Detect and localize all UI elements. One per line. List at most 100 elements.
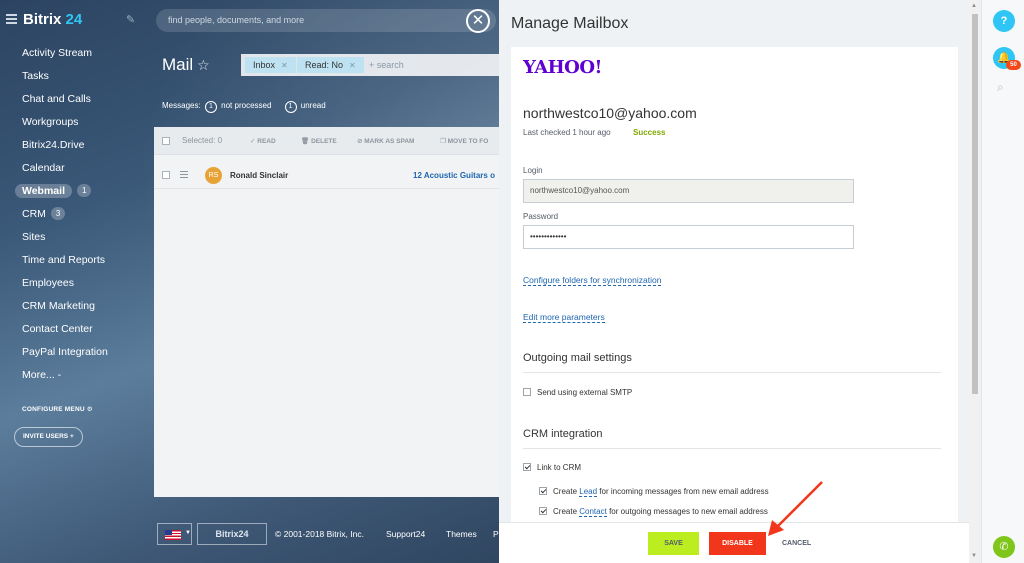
sidebar-item-calendar[interactable]: Calendar [0,158,153,181]
sidebar-item-sites[interactable]: Sites [0,227,153,250]
smtp-checkbox[interactable]: Send using external SMTP [523,388,632,397]
sidebar-item-tasks[interactable]: Tasks [0,66,153,89]
scroll-up-icon[interactable]: ▲ [971,3,977,9]
last-checked: Last checked 1 hour ago [523,128,611,137]
mail-list-panel: Selected: 0 ✓ READ 🗑 DELETE ⊘ MARK AS SP… [154,127,499,497]
edit-parameters-link[interactable]: Edit more parameters [523,312,605,323]
create-contact-checkbox[interactable]: Create Contact for outgoing messages to … [539,507,768,517]
close-slider-icon[interactable]: ✕ [466,9,490,33]
sidebar-item-paypal[interactable]: PayPal Integration [0,342,153,365]
status-badge: Success [633,128,666,137]
slider-footer: SAVE DISABLE CANCEL [499,522,969,563]
lead-link[interactable]: Lead [579,487,598,497]
scrollbar[interactable]: ▲ ▼ [969,0,981,563]
outgoing-section-title: Outgoing mail settings [523,352,941,373]
plus-icon: + [69,433,74,440]
row-subject[interactable]: 12 Acoustic Guitars o [413,171,499,180]
checkbox[interactable] [523,388,531,396]
remove-chip-icon[interactable]: ✕ [349,61,356,70]
login-label: Login [523,166,543,175]
move-to-folder-button[interactable]: ❐ MOVE TO FO [440,137,488,145]
save-button[interactable]: SAVE [648,532,699,555]
sidebar-item-crm[interactable]: CRM 3 [0,204,153,227]
sidebar-item-drive[interactable]: Bitrix24.Drive [0,135,153,158]
yahoo-logo: YAHOO! [523,57,602,78]
configure-folders-link[interactable]: Configure folders for synchronization [523,275,662,286]
checkbox[interactable] [539,507,547,515]
avatar: RS [205,167,222,184]
configure-menu-button[interactable]: CONFIGURE MENU ⚙ [22,405,93,413]
right-panel: ? 🔔 50 ⌕ ✆ [981,0,1024,563]
link-crm-checkbox[interactable]: Link to CRM [523,463,581,472]
password-field[interactable]: ••••••••••••• [523,225,854,249]
row-menu-icon[interactable] [180,171,188,180]
create-lead-checkbox[interactable]: Create Lead for incoming messages from n… [539,487,769,497]
row-sender: Ronald Sinclair [230,171,289,180]
sidebar-item-employees[interactable]: Employees [0,273,153,296]
bitrix24-button[interactable]: Bitrix24 [197,523,267,545]
mail-toolbar: Selected: 0 ✓ READ 🗑 DELETE ⊘ MARK AS SP… [154,127,499,155]
support-link[interactable]: Support24 [386,529,425,539]
select-all-checkbox[interactable] [162,137,170,145]
slider-title: Manage Mailbox [511,15,629,32]
read-button[interactable]: ✓ READ [250,137,276,145]
filter-chip-inbox[interactable]: Inbox ✕ [245,57,296,73]
mail-filter[interactable]: Inbox ✕ Read: No ✕ + search [241,54,499,76]
gear-icon: ⚙ [86,406,93,413]
sidebar-item-crm-marketing[interactable]: CRM Marketing [0,296,153,319]
not-processed-link[interactable]: not processed [221,101,271,110]
login-field: northwestco10@yahoo.com [523,179,854,203]
mailbox-email: northwestco10@yahoo.com [523,105,697,121]
phone-icon[interactable]: ✆ [993,536,1015,558]
sidebar-item-contact-center[interactable]: Contact Center [0,319,153,342]
message-status: Messages: 1 not processed 1 unread [162,101,326,113]
row-checkbox[interactable] [162,171,170,179]
help-icon[interactable]: ? [993,10,1015,32]
unread-link[interactable]: unread [301,101,326,110]
sidebar-item-more[interactable]: More... - [0,365,153,388]
footer-link-p[interactable]: P [493,529,499,539]
checkbox[interactable] [523,463,531,471]
sidebar-item-time-and-reports[interactable]: Time and Reports [0,250,153,273]
mailbox-card: YAHOO! northwestco10@yahoo.com Last chec… [511,47,958,522]
manage-mailbox-slider: Manage Mailbox YAHOO! northwestco10@yaho… [499,0,981,563]
filter-search-input[interactable]: + search [369,57,404,73]
crm-badge: 3 [50,207,66,220]
disable-button[interactable]: DISABLE [709,532,766,555]
sidebar-item-chat-and-calls[interactable]: Chat and Calls [0,89,153,112]
contact-link[interactable]: Contact [579,507,607,517]
copyright: © 2001-2018 Bitrix, Inc. [275,529,364,539]
sidebar-nav: Activity Stream Tasks Chat and Calls Wor… [0,43,153,388]
sidebar-item-activity-stream[interactable]: Activity Stream [0,43,153,66]
remove-chip-icon[interactable]: ✕ [281,61,288,70]
mail-page-title: Mail ☆ [162,55,210,74]
delete-button[interactable]: 🗑 DELETE [301,137,337,145]
invite-users-button[interactable]: INVITE USERS + [14,427,83,447]
search-icon[interactable]: ⌕ [997,80,1004,95]
crm-section-title: CRM integration [523,428,941,449]
language-selector[interactable]: ▼ [157,523,192,545]
checkbox[interactable] [539,487,547,495]
webmail-badge: 1 [76,184,92,197]
logo[interactable]: Bitrix 24 [23,11,82,28]
password-label: Password [523,212,559,221]
sidebar-item-workgroups[interactable]: Workgroups [0,112,153,135]
global-search-input[interactable]: find people, documents, and more [156,9,496,32]
left-sidebar: Bitrix 24 ✎ Activity Stream Tasks Chat a… [0,0,153,563]
unread-count: 1 [284,101,297,113]
mark-spam-button[interactable]: ⊘ MARK AS SPAM [357,137,414,145]
table-row[interactable]: RS Ronald Sinclair 12 Acoustic Guitars o [154,161,499,189]
not-processed-count: 1 [204,101,217,113]
star-icon[interactable]: ☆ [197,57,210,73]
annotation-arrow-icon [768,481,823,536]
filter-chip-read[interactable]: Read: No ✕ [297,57,364,73]
edit-pencil-icon[interactable]: ✎ [126,13,135,26]
menu-icon[interactable] [6,14,17,24]
caret-down-icon: ▼ [185,530,191,536]
scroll-thumb[interactable] [972,14,978,394]
selected-count: Selected: 0 [182,136,223,145]
logo-row: Bitrix 24 ✎ [6,11,146,31]
themes-link[interactable]: Themes [446,529,477,539]
scroll-down-icon[interactable]: ▼ [971,553,977,559]
sidebar-item-webmail[interactable]: Webmail 1 [0,181,153,204]
